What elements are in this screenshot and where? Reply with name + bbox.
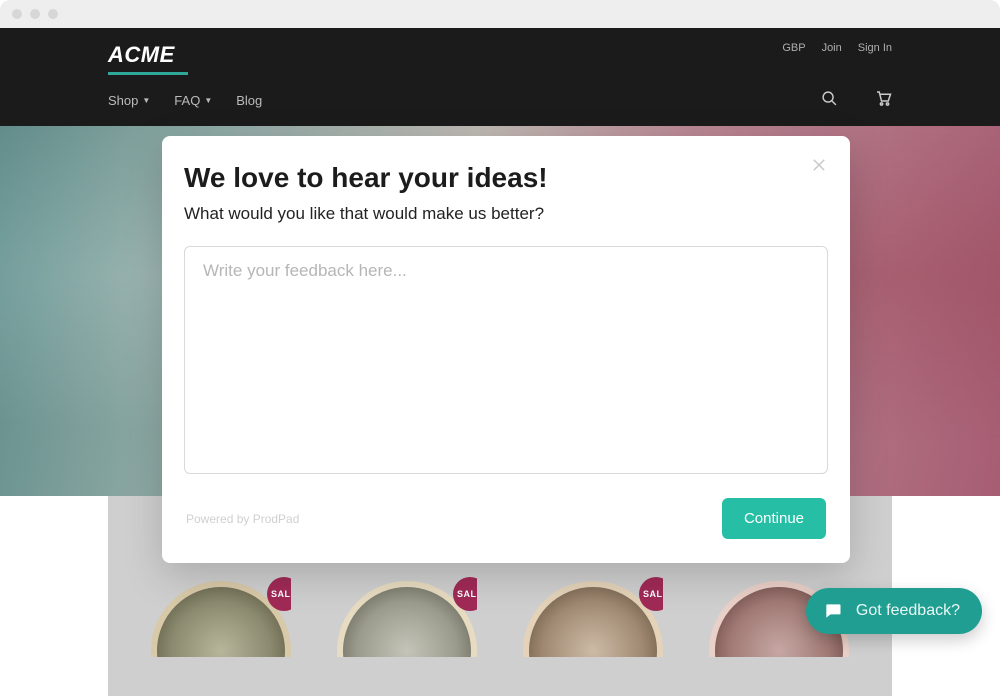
nav-label: Shop: [108, 93, 138, 108]
close-icon: [810, 156, 828, 174]
currency-switch[interactable]: GBP: [782, 42, 805, 54]
site-header: GBP Join Sign In ACME Shop ▼ FAQ ▼ Blog: [0, 28, 1000, 126]
browser-chrome: [0, 0, 1000, 28]
feedback-modal: We love to hear your ideas! What would y…: [162, 136, 850, 563]
utility-links: GBP Join Sign In: [782, 42, 892, 54]
modal-subtitle: What would you like that would make us b…: [162, 194, 850, 224]
modal-title: We love to hear your ideas!: [162, 162, 850, 194]
nav-blog[interactable]: Blog: [236, 93, 262, 108]
chevron-down-icon: ▼: [142, 97, 150, 105]
window-dot: [30, 9, 40, 19]
powered-by: Powered by ProdPad: [186, 512, 299, 526]
join-link[interactable]: Join: [822, 42, 842, 54]
chat-icon: [822, 600, 844, 622]
feedback-textarea[interactable]: [203, 261, 809, 459]
product-card[interactable]: SALE: [337, 577, 477, 657]
feedback-launcher-label: Got feedback?: [856, 602, 960, 620]
main-nav: Shop ▼ FAQ ▼ Blog: [108, 75, 892, 126]
feedback-field-wrapper: [184, 246, 828, 474]
close-button[interactable]: [808, 154, 830, 176]
signin-link[interactable]: Sign In: [858, 42, 892, 54]
nav-label: Blog: [236, 93, 262, 108]
feedback-launcher[interactable]: Got feedback?: [806, 588, 982, 634]
brand-logo[interactable]: ACME: [108, 38, 892, 70]
nav-label: FAQ: [174, 93, 200, 108]
window-dot: [12, 9, 22, 19]
nav-faq[interactable]: FAQ ▼: [174, 93, 212, 108]
search-icon[interactable]: [821, 90, 838, 112]
window-dot: [48, 9, 58, 19]
continue-button[interactable]: Continue: [722, 498, 826, 539]
nav-shop[interactable]: Shop ▼: [108, 93, 150, 108]
cart-icon[interactable]: [874, 89, 892, 112]
chevron-down-icon: ▼: [204, 97, 212, 105]
product-card[interactable]: SALE: [523, 577, 663, 657]
product-card[interactable]: SALE: [151, 577, 291, 657]
